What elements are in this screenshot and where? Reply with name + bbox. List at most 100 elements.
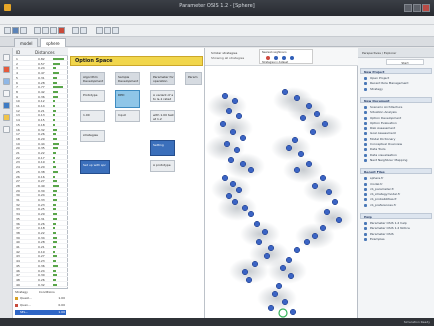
table-row[interactable]: 15 0.18 [13,123,68,127]
panel-link[interactable]: Option Development [364,116,430,121]
panel-link[interactable]: Parameter OSIS 1.2 Notice [364,226,430,231]
data-point[interactable] [231,198,239,206]
table-row[interactable]: 30 0.24 [13,193,68,198]
table-row[interactable]: 31 0.33 [13,198,68,202]
close-button[interactable] [422,4,430,12]
section-header[interactable]: Recent Files [360,168,432,175]
shape-icon[interactable] [3,66,10,73]
option-card[interactable]: Prototype [80,90,105,102]
table-row[interactable]: 17 0.26 [13,132,68,137]
table-row[interactable]: 5 0.31 [13,76,68,80]
option-card[interactable]: DPD [115,90,140,108]
data-point[interactable] [241,204,249,212]
data-point[interactable] [221,92,229,100]
panel-link[interactable]: cb_probabilities.fr [364,197,430,202]
save-icon[interactable] [20,27,27,34]
data-point[interactable] [245,276,253,284]
table-row[interactable]: 16 0.32 [13,128,68,132]
strategy-row[interactable]: Quan... 0.00 [15,303,66,308]
panel-link[interactable]: Situation Analysis [364,110,430,115]
open-icon[interactable] [12,27,19,34]
table-row[interactable]: 10 0.12 [13,99,68,104]
data-point[interactable] [225,192,233,200]
table-row[interactable]: 19 0.44 [13,142,68,146]
panel-link[interactable]: Parameter OSIS [364,232,430,237]
table-row[interactable]: 22 0.17 [13,156,68,160]
data-point[interactable] [271,290,279,298]
data-point[interactable] [229,180,237,188]
data-point[interactable] [231,97,239,105]
table-row[interactable]: 43 0.27 [13,254,68,259]
panel-link[interactable]: cb_strategymodel.fr [364,192,430,197]
data-point[interactable] [305,160,313,168]
copy-icon[interactable] [42,27,49,34]
zoom-icon[interactable] [96,27,103,34]
strategy-row[interactable]: SEL... 1.00 [15,310,66,315]
table-row[interactable]: 20 0.35 [13,146,68,151]
data-point[interactable] [291,136,299,144]
data-point[interactable] [299,114,307,122]
table-row[interactable]: 33 0.25 [13,207,68,212]
data-point[interactable] [235,186,243,194]
data-point[interactable] [331,198,339,206]
panel-link[interactable]: Goal Assessment [364,131,430,136]
data-point[interactable] [289,308,297,316]
data-point[interactable] [261,228,269,236]
panel-link[interactable]: Examples [364,237,430,242]
data-point[interactable] [241,268,249,276]
data-point[interactable] [335,216,343,224]
table-row[interactable]: 40 0.28 [13,240,68,245]
table-row[interactable]: 13 0.13 [13,113,68,118]
minimize-button[interactable] [404,4,412,12]
panel-link[interactable]: Strategy [364,87,430,92]
data-point[interactable] [285,144,293,152]
option-card[interactable]: A variant of a to ls-1 rated [150,90,175,102]
data-point[interactable] [267,244,275,252]
data-point[interactable] [225,107,233,115]
data-point[interactable] [309,128,317,136]
panel-link[interactable]: Data visualisation [364,153,430,158]
table-row[interactable]: 29 0.30 [13,189,68,193]
data-point[interactable] [281,298,289,306]
panel-link[interactable]: Conceptual Overview [364,142,430,147]
section-header[interactable]: New Document [360,96,432,103]
right-panel-tab[interactable]: Start [386,59,424,65]
data-point[interactable] [219,120,227,128]
table-row[interactable]: 44 0.23 [13,259,68,264]
panel-link[interactable]: cb_parameter.fr [364,187,430,192]
data-point[interactable] [253,220,261,228]
data-point[interactable] [293,94,301,102]
panel-link[interactable]: Risk Assessment [364,126,430,131]
data-point[interactable] [285,256,293,264]
panel-link[interactable]: Model Dictionary [364,137,430,142]
data-point[interactable] [275,282,283,290]
data-point[interactable] [303,238,311,246]
table-row[interactable]: 41 0.21 [13,245,68,249]
panel-link[interactable]: cb_preferences.fr [364,203,430,208]
column-card[interactable]: Parameter for operation [150,72,175,85]
data-point[interactable] [267,304,275,312]
data-point[interactable] [279,264,287,272]
option-card[interactable]: A prototype [150,160,175,172]
column-card[interactable]: Algorithm Development [80,72,105,85]
table-row[interactable]: 47 0.30 [13,273,68,278]
table-row[interactable]: 34 0.29 [13,212,68,217]
table-row[interactable]: 4 0.47 [13,71,68,76]
table-row[interactable]: 23 0.19 [13,160,68,165]
column-card[interactable]: Param [185,72,202,85]
data-point[interactable] [239,134,247,142]
table-row[interactable]: 3 0.24 [13,66,68,71]
panel-link[interactable]: sphere.fr [364,176,430,181]
panel-link[interactable]: Next Neighbour Mapping [364,158,430,163]
panel-link[interactable]: Data Tools [364,147,430,152]
star-icon[interactable] [3,114,10,121]
settings-icon[interactable] [3,126,10,133]
table-row[interactable]: 48 0.26 [13,278,68,282]
data-point[interactable] [221,174,229,182]
section-header[interactable]: New Project [360,68,432,74]
cut-icon[interactable] [34,27,41,34]
redo-icon[interactable] [80,27,87,34]
strategy-row[interactable]: Quest... 1.00 [15,296,66,301]
table-row[interactable]: 32 0.23 [13,203,68,207]
data-point[interactable] [281,88,289,96]
